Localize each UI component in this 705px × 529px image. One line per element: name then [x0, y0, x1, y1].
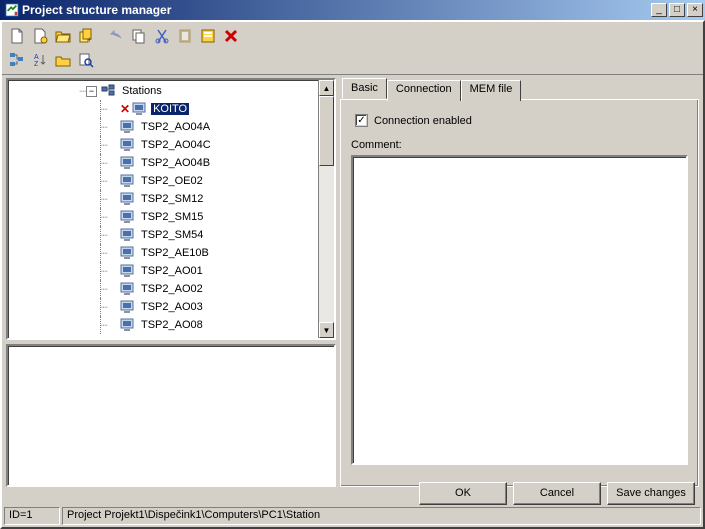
- tree-label: TSP2_AE10B: [139, 247, 211, 259]
- scroll-up-button[interactable]: ▲: [319, 80, 334, 96]
- cancel-button[interactable]: Cancel: [513, 482, 601, 505]
- close-button[interactable]: ×: [687, 3, 703, 17]
- disabled-icon: ✕: [120, 102, 130, 116]
- monitor-icon: [120, 138, 136, 152]
- tree-label: TSP2_AO04B: [139, 157, 212, 169]
- ok-button[interactable]: OK: [419, 482, 507, 505]
- tree-node-station[interactable]: ┈TSP2_AO01: [8, 262, 334, 280]
- tree-node-station[interactable]: ┈TSP2_AE10B: [8, 244, 334, 262]
- tree-label: TSP2_SM54: [139, 229, 205, 241]
- comment-label: Comment:: [351, 139, 688, 151]
- scroll-thumb[interactable]: [319, 96, 334, 166]
- tree-label: TSP2_AO08: [139, 319, 205, 331]
- monitor-icon: [120, 300, 136, 314]
- svg-text:+: +: [87, 35, 92, 44]
- tab-row: BasicConnectionMEM file: [340, 78, 699, 100]
- monitor-icon: [120, 246, 136, 260]
- tree-label: TSP2_AO01: [139, 265, 205, 277]
- monitor-icon: [120, 318, 136, 332]
- tree-node-station[interactable]: ┈✕KOITO: [8, 100, 334, 118]
- tree-node-station[interactable]: ┈TSP2_AO03: [8, 298, 334, 316]
- scroll-down-button[interactable]: ▼: [319, 322, 334, 338]
- tree-view[interactable]: ┈−Stations┈✕KOITO┈TSP2_AO04A┈TSP2_AO04C┈…: [6, 78, 336, 340]
- tree-label: TSP2_OE02: [139, 175, 205, 187]
- detail-pane: [6, 344, 336, 487]
- comment-textarea[interactable]: [351, 155, 688, 465]
- monitor-icon: [120, 228, 136, 242]
- properties-button[interactable]: [197, 25, 219, 47]
- delete-button[interactable]: [220, 25, 242, 47]
- add-module-button[interactable]: +: [75, 25, 97, 47]
- status-path: Project Projekt1\Dispečink1\Computers\PC…: [62, 507, 701, 525]
- find-button[interactable]: [75, 49, 97, 71]
- tab-connection[interactable]: Connection: [387, 80, 461, 101]
- tree-node-station[interactable]: ┈TSP2_SM15: [8, 208, 334, 226]
- tree-label: TSP2_AO04C: [139, 139, 213, 151]
- tree-label: TSP2_SM12: [139, 193, 205, 205]
- svg-text:Z: Z: [34, 61, 39, 68]
- stations-icon: [101, 84, 117, 98]
- undo-button[interactable]: [105, 25, 127, 47]
- open-button[interactable]: [52, 25, 74, 47]
- monitor-icon: [132, 102, 148, 116]
- tab-mem-file[interactable]: MEM file: [461, 80, 522, 101]
- monitor-icon: [120, 282, 136, 296]
- tree-node-station[interactable]: ┈TSP2_AO02: [8, 280, 334, 298]
- titlebar: Project structure manager _ □ ×: [0, 0, 705, 20]
- tree-label: KOITO: [151, 103, 189, 115]
- copy-button[interactable]: [128, 25, 150, 47]
- tree-node-stations[interactable]: ┈−Stations: [8, 82, 334, 100]
- connection-enabled-label: Connection enabled: [374, 115, 472, 127]
- svg-text:A: A: [34, 54, 39, 61]
- status-bar: ID=1 Project Projekt1\Dispečink1\Compute…: [4, 507, 701, 525]
- monitor-icon: [120, 264, 136, 278]
- minimize-button[interactable]: _: [651, 3, 667, 17]
- tree-label: TSP2_AO04A: [139, 121, 212, 133]
- window-title: Project structure manager: [22, 3, 651, 17]
- connection-enabled-checkbox[interactable]: [355, 114, 368, 127]
- tree-node-station[interactable]: ┈TSP2_OE02: [8, 172, 334, 190]
- cut-button[interactable]: [151, 25, 173, 47]
- dialog-buttons: OK Cancel Save changes: [419, 482, 695, 505]
- tree-node-station[interactable]: ┈TSP2_AO04B: [8, 154, 334, 172]
- monitor-icon: [120, 210, 136, 224]
- monitor-icon: [120, 174, 136, 188]
- tree-icon-button[interactable]: [6, 49, 28, 71]
- new-page-button[interactable]: [6, 25, 28, 47]
- tree-node-station[interactable]: ┈TSP2_SM12: [8, 190, 334, 208]
- tab-panel-basic: Connection enabled Comment:: [340, 100, 699, 487]
- paste-button[interactable]: [174, 25, 196, 47]
- folder-up-button[interactable]: [52, 49, 74, 71]
- sort-button[interactable]: AZ: [29, 49, 51, 71]
- new-folder-button[interactable]: [29, 25, 51, 47]
- tree-label: TSP2_AO03: [139, 301, 205, 313]
- save-changes-button[interactable]: Save changes: [607, 482, 695, 505]
- tree-node-station[interactable]: ┈TSP2_AO04C: [8, 136, 334, 154]
- status-id: ID=1: [4, 507, 60, 525]
- monitor-icon: [120, 120, 136, 134]
- monitor-icon: [120, 156, 136, 170]
- tree-scrollbar[interactable]: ▲ ▼: [318, 80, 334, 338]
- monitor-icon: [120, 192, 136, 206]
- tree-node-station[interactable]: ┈TSP2_AO08: [8, 316, 334, 334]
- toolbar: + AZ: [2, 22, 703, 75]
- maximize-button[interactable]: □: [669, 3, 685, 17]
- tree-node-station[interactable]: ┈TSP2_SM54: [8, 226, 334, 244]
- app-icon: [5, 3, 19, 17]
- tree-label: TSP2_SM15: [139, 211, 205, 223]
- tree-label: TSP2_AO02: [139, 283, 205, 295]
- expander-icon[interactable]: −: [86, 86, 97, 97]
- tree-node-station[interactable]: ┈TSP2_AO04A: [8, 118, 334, 136]
- tab-basic[interactable]: Basic: [342, 78, 387, 99]
- tree-label: Stations: [120, 85, 164, 97]
